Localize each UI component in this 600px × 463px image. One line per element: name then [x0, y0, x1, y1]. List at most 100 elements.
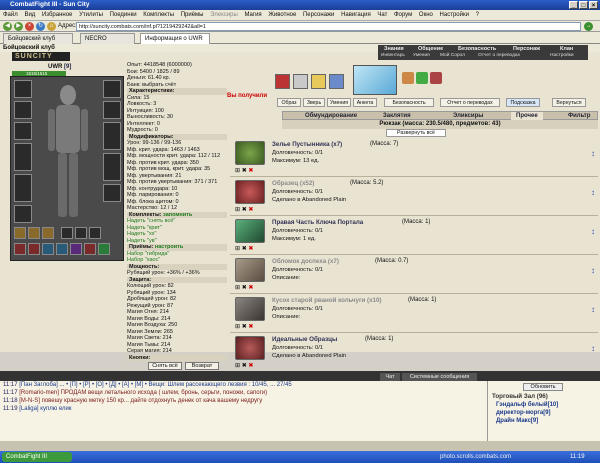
necklace-slot[interactable]: [14, 122, 32, 140]
buttons-header[interactable]: Кнопки:: [127, 354, 227, 361]
chat-input-bar[interactable]: [0, 441, 600, 451]
go-arrow-icon[interactable]: →: [584, 22, 593, 31]
weapon-slot[interactable]: [14, 143, 32, 171]
item-name[interactable]: Идеальные Образцы: [272, 336, 337, 343]
item-image[interactable]: [235, 141, 265, 165]
menu-navigation[interactable]: Навигация: [341, 12, 371, 18]
menu-view[interactable]: Вид: [24, 12, 35, 18]
stop-icon[interactable]: ×: [25, 22, 34, 31]
tab-fight-club[interactable]: Бойцовский клуб: [3, 33, 73, 44]
received-item-icon[interactable]: [275, 74, 290, 89]
refresh-icon[interactable]: ↻: [36, 22, 45, 31]
item-image[interactable]: [235, 258, 265, 282]
received-item-icon[interactable]: [329, 74, 344, 89]
return-button[interactable]: Возврат: [185, 362, 219, 370]
diamond-icon[interactable]: [353, 65, 397, 95]
ring-slot[interactable]: [42, 227, 54, 239]
menu-utilities[interactable]: Утилиты: [79, 12, 103, 18]
chat-text[interactable]: [Пан Заглоба] ... • [П] • [Р] • [О] • [Д…: [19, 382, 292, 388]
back-button[interactable]: Вернуться: [552, 98, 586, 107]
chat-text[interactable]: [Romario-men] ПРОДАМ вещи летального исх…: [19, 390, 267, 396]
menu-window[interactable]: Окно: [419, 12, 433, 18]
taskbar-app-button[interactable]: CombatFight III: [2, 452, 72, 462]
move-arrows-icon[interactable]: ↕: [591, 305, 595, 314]
item-name[interactable]: Обломок доспеха (x7): [272, 258, 339, 265]
item-name[interactable]: Зелье Пустынника (x7): [272, 141, 342, 148]
rune-slot[interactable]: [75, 227, 87, 239]
forward-arrow-icon[interactable]: ▶: [14, 22, 23, 31]
back-arrow-icon[interactable]: ◀: [3, 22, 12, 31]
belt-item-slot[interactable]: [98, 243, 110, 255]
received-item-icon[interactable]: [293, 74, 308, 89]
nav-settings[interactable]: Настройки: [550, 53, 574, 58]
chat-text[interactable]: [M-N-S] повешу красную метку 150 кр... д…: [19, 398, 262, 404]
item-name[interactable]: Правая Часть Ключа Портала: [272, 219, 363, 226]
item-actions[interactable]: ⊞ ✖ ✖: [235, 284, 253, 291]
nav-security[interactable]: Безопасность: [458, 46, 496, 52]
gloves-slot[interactable]: [103, 101, 121, 119]
refresh-button[interactable]: Обновить: [523, 383, 563, 391]
item-image[interactable]: [235, 219, 265, 243]
online-user[interactable]: директор-морга[9]: [496, 410, 551, 416]
item-name[interactable]: Кусок старой рваной кольчуги (x10): [272, 297, 382, 304]
item-actions[interactable]: ⊞ ✖ ✖: [235, 323, 253, 330]
bracers-slot[interactable]: [103, 80, 121, 98]
hint-button[interactable]: Подсказка: [506, 98, 540, 107]
reward-icon[interactable]: [430, 72, 442, 84]
rune-slot[interactable]: [61, 227, 73, 239]
expand-all-button[interactable]: Развернуть всё: [386, 129, 446, 137]
tricks-setup-link[interactable]: настроить: [155, 244, 183, 250]
belt-item-slot[interactable]: [28, 243, 40, 255]
online-user[interactable]: Драйн Макс[9]: [496, 418, 538, 424]
earrings-slot[interactable]: [14, 101, 32, 119]
nav-skills[interactable]: Умения: [413, 53, 430, 58]
menu-magic[interactable]: Магия: [244, 12, 261, 18]
move-arrows-icon[interactable]: ↕: [591, 188, 595, 197]
menu-file[interactable]: Файл: [3, 12, 18, 18]
ring-slot[interactable]: [28, 227, 40, 239]
ring-slot[interactable]: [14, 227, 26, 239]
rune-slot[interactable]: [89, 227, 101, 239]
item-actions[interactable]: ⊞ ✖ ✖: [235, 167, 253, 174]
skills-button[interactable]: Умения: [327, 98, 351, 107]
sets-remember-link[interactable]: запомнить: [163, 212, 192, 218]
nav-my-sorol[interactable]: Мой Сорол: [440, 53, 465, 58]
armor-slot[interactable]: [14, 174, 32, 202]
nav-clan[interactable]: Клан: [560, 46, 573, 52]
tab-system-messages[interactable]: Системные сообщения: [402, 373, 477, 381]
online-user[interactable]: Гэндальф белый[10]: [496, 402, 558, 408]
remove-all-button[interactable]: Снять всё: [148, 362, 182, 370]
belt-item-slot[interactable]: [84, 243, 96, 255]
belt-item-slot[interactable]: [56, 243, 68, 255]
menu-favorites[interactable]: Избранное: [42, 12, 72, 18]
move-arrows-icon[interactable]: ↕: [591, 227, 595, 236]
home-icon[interactable]: ⌂: [47, 22, 56, 31]
menu-help[interactable]: ?: [476, 12, 479, 18]
chat-text[interactable]: [Laliga] куплю елик: [19, 406, 71, 412]
item-actions[interactable]: ⊞ ✖ ✖: [235, 362, 253, 369]
belt-item-slot[interactable]: [70, 243, 82, 255]
shield-slot[interactable]: [103, 122, 121, 150]
belt-item-slot[interactable]: [14, 243, 26, 255]
profile-button[interactable]: Анкета: [353, 98, 377, 107]
belt-item-slot[interactable]: [42, 243, 54, 255]
menu-chat[interactable]: Чат: [377, 12, 387, 18]
helmet-slot[interactable]: [14, 80, 32, 98]
menu-animal[interactable]: Животное: [268, 12, 296, 18]
move-arrows-icon[interactable]: ↕: [591, 149, 595, 158]
item-actions[interactable]: ⊞ ✖ ✖: [235, 245, 253, 252]
reward-icon[interactable]: [416, 72, 428, 84]
nav-knowledge[interactable]: Знания: [384, 46, 404, 52]
menu-settings[interactable]: Настройки: [440, 12, 469, 18]
tab-necro[interactable]: NECRO: [80, 33, 135, 44]
item-actions[interactable]: ⊞ ✖ ✖: [235, 206, 253, 213]
item-image[interactable]: [235, 297, 265, 321]
belt-slot[interactable]: [14, 205, 32, 223]
menu-elixirs[interactable]: Элексиры: [210, 12, 238, 18]
menu-duels[interactable]: Поединки: [110, 12, 137, 18]
tab-info-uwr[interactable]: Информация о UWR: [140, 33, 210, 44]
nav-inventory[interactable]: Инвентарь: [381, 53, 405, 58]
appearance-button[interactable]: Образ: [277, 98, 301, 107]
received-item-icon[interactable]: [311, 74, 326, 89]
nav-communication[interactable]: Общение: [418, 46, 443, 52]
